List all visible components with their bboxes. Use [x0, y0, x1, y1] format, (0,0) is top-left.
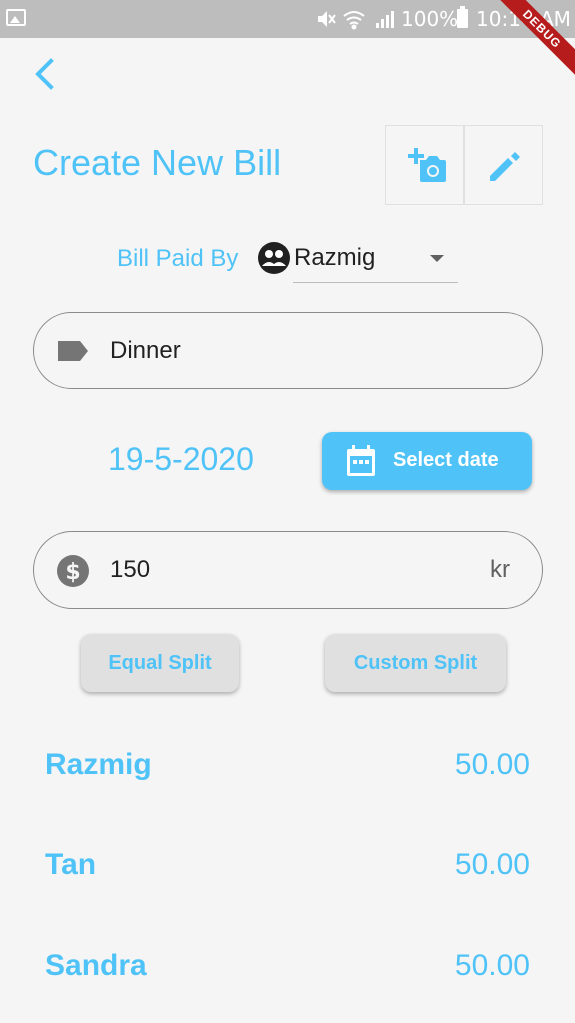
split-row-razmig: Razmig 50.00 — [45, 748, 530, 788]
edit-button[interactable] — [464, 125, 543, 205]
wifi-icon — [343, 11, 365, 30]
mute-icon — [318, 11, 336, 27]
signal-icon — [376, 11, 394, 28]
paid-by-label: Bill Paid By — [117, 245, 239, 272]
dropdown-arrow-icon — [430, 255, 444, 262]
member-name: Sandra — [45, 949, 147, 982]
bill-name-field[interactable]: Dinner — [33, 312, 543, 389]
select-date-button[interactable]: Select date — [322, 432, 532, 490]
gallery-icon — [6, 9, 26, 26]
select-date-label: Select date — [393, 449, 499, 471]
chevron-left-icon — [35, 58, 54, 90]
bill-name-value: Dinner — [110, 337, 181, 364]
add-photo-button[interactable] — [385, 125, 464, 205]
currency-suffix: kr — [490, 556, 510, 583]
edit-icon — [490, 152, 520, 181]
split-row-tan: Tan 50.00 — [45, 848, 530, 888]
status-icons — [318, 11, 394, 30]
custom-split-button[interactable]: Custom Split — [325, 634, 506, 692]
amount-field[interactable]: $ 150 kr — [33, 531, 543, 609]
member-name: Tan — [45, 848, 97, 881]
calendar-icon — [347, 445, 375, 476]
equal-split-button[interactable]: Equal Split — [81, 634, 239, 692]
payer-dropdown[interactable]: Razmig — [293, 240, 458, 283]
page-title: Create New Bill — [33, 142, 282, 183]
member-amount: 50.00 — [454, 848, 530, 881]
group-avatar-icon — [258, 242, 290, 274]
battery-percent: 100% — [401, 7, 459, 31]
clock: 10:14 AM — [476, 7, 571, 31]
amount-value: 150 — [110, 556, 151, 583]
status-bar: 100% 10:14 AM — [0, 0, 575, 38]
bill-date: 19-5-2020 — [108, 441, 254, 477]
label-icon — [58, 341, 88, 361]
dollar-icon: $ — [57, 555, 89, 587]
back-button[interactable] — [28, 56, 64, 92]
member-amount: 50.00 — [454, 949, 530, 982]
add-photo-icon — [408, 148, 446, 182]
member-amount: 50.00 — [454, 748, 530, 781]
battery-icon — [457, 6, 468, 28]
payer-name: Razmig — [294, 244, 376, 271]
split-row-sandra: Sandra 50.00 — [45, 949, 530, 989]
member-name: Razmig — [45, 748, 152, 781]
svg-text:$: $ — [65, 560, 80, 585]
